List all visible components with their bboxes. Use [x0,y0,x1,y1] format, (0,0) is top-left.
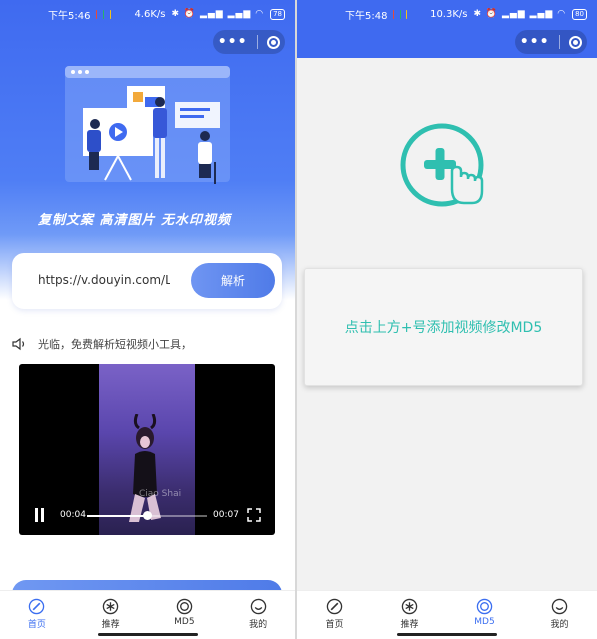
url-card: https://v.douyin.com/LgMC 解析 [12,253,282,309]
tab-0[interactable]: 首页 [297,591,372,639]
network-speed: 4.6K/s [134,8,166,20]
tab-2[interactable]: MD5 [447,591,522,639]
tab-2[interactable]: MD5 [148,591,222,639]
add-video-icon[interactable] [400,123,486,209]
hint-text: 点击上方+号添加视频修改MD5 [344,320,543,336]
smile-icon [551,598,568,615]
signal-icons: ✱ ⏰ ▂▄▆ ▂▄▆ ◠ [473,9,567,19]
duration: 00:07 [213,510,239,520]
app-notification-icon [96,9,98,19]
asterisk-icon [102,598,119,615]
tab-label: MD5 [474,617,495,627]
close-miniprogram-icon[interactable] [267,35,281,49]
tab-label: 推荐 [101,620,120,630]
tab-label: 推荐 [400,620,419,630]
tab-3[interactable]: 我的 [522,591,597,639]
tab-label: 首页 [27,620,46,630]
right-screen: 下午5:48 10.3K/s ✱ ⏰ ▂▄▆ ▂▄▆ ◠ 80 ••• 点击上方… [297,0,597,639]
more-icon[interactable]: ••• [218,35,248,49]
battery-icon: 78 [270,8,285,20]
miniprogram-capsule: ••• [213,30,285,54]
miniprogram-capsule: ••• [515,30,587,54]
url-input[interactable]: https://v.douyin.com/LgMC [38,273,170,287]
tab-bar: 首页 推荐 MD5 我的 [297,590,597,639]
current-time: 00:04 [60,510,86,520]
tab-label: 我的 [249,620,268,630]
target-icon [176,598,193,615]
status-time: 下午5:48 [345,10,388,22]
hint-card: 点击上方+号添加视频修改MD5 [304,268,583,386]
tab-1[interactable]: 推荐 [74,591,148,639]
target-icon [476,598,493,615]
tab-1[interactable]: 推荐 [372,591,447,639]
tab-label: 首页 [325,620,344,630]
tab-0[interactable]: 首页 [0,591,74,639]
status-bar: 下午5:46 4.6K/s ✱ ⏰ ▂▄▆ ▂▄▆ ◠ 78 [0,0,295,28]
progress-knob[interactable] [143,511,152,520]
close-miniprogram-icon[interactable] [569,35,583,49]
signal-icons: ✱ ⏰ ▂▄▆ ▂▄▆ ◠ [171,9,265,19]
network-speed: 10.3K/s [430,8,468,20]
progress-slider[interactable] [87,511,207,520]
home-indicator [397,633,497,636]
pause-icon[interactable] [33,508,47,522]
tab-bar: 首页 推荐 MD5 我的 [0,590,295,639]
status-bar: 下午5:48 10.3K/s ✱ ⏰ ▂▄▆ ▂▄▆ ◠ 80 [297,0,597,28]
fullscreen-icon[interactable] [247,508,261,522]
home-indicator [97,633,198,636]
smile-icon [250,598,266,615]
speaker-icon [12,337,25,351]
more-icon[interactable]: ••• [520,35,550,49]
tab-label: 我的 [550,620,569,630]
asterisk-icon [401,598,418,615]
tab-label: MD5 [174,617,195,627]
notice-bar: 光临，免费解析短视频小工具， [12,336,282,352]
left-screen: 下午5:46 4.6K/s ✱ ⏰ ▂▄▆ ▂▄▆ ◠ 78 ••• 复制文案 … [0,0,295,639]
tab-3[interactable]: 我的 [221,591,295,639]
hero-illustration [65,66,230,184]
parse-button[interactable]: 解析 [191,263,275,298]
compass-icon [29,598,45,615]
battery-icon: 80 [572,8,587,20]
notice-text: 光临，免费解析短视频小工具， [38,338,192,351]
app-notification-icon [109,9,111,19]
video-player[interactable]: Ciao Shai 00:04 00:07 [19,364,275,535]
compass-icon [326,598,343,615]
app-notification-icon [103,9,104,19]
slogan: 复制文案 高清图片 无水印视频 [38,213,232,228]
video-controls: 00:04 00:07 [19,497,275,535]
status-time: 下午5:46 [48,10,91,22]
